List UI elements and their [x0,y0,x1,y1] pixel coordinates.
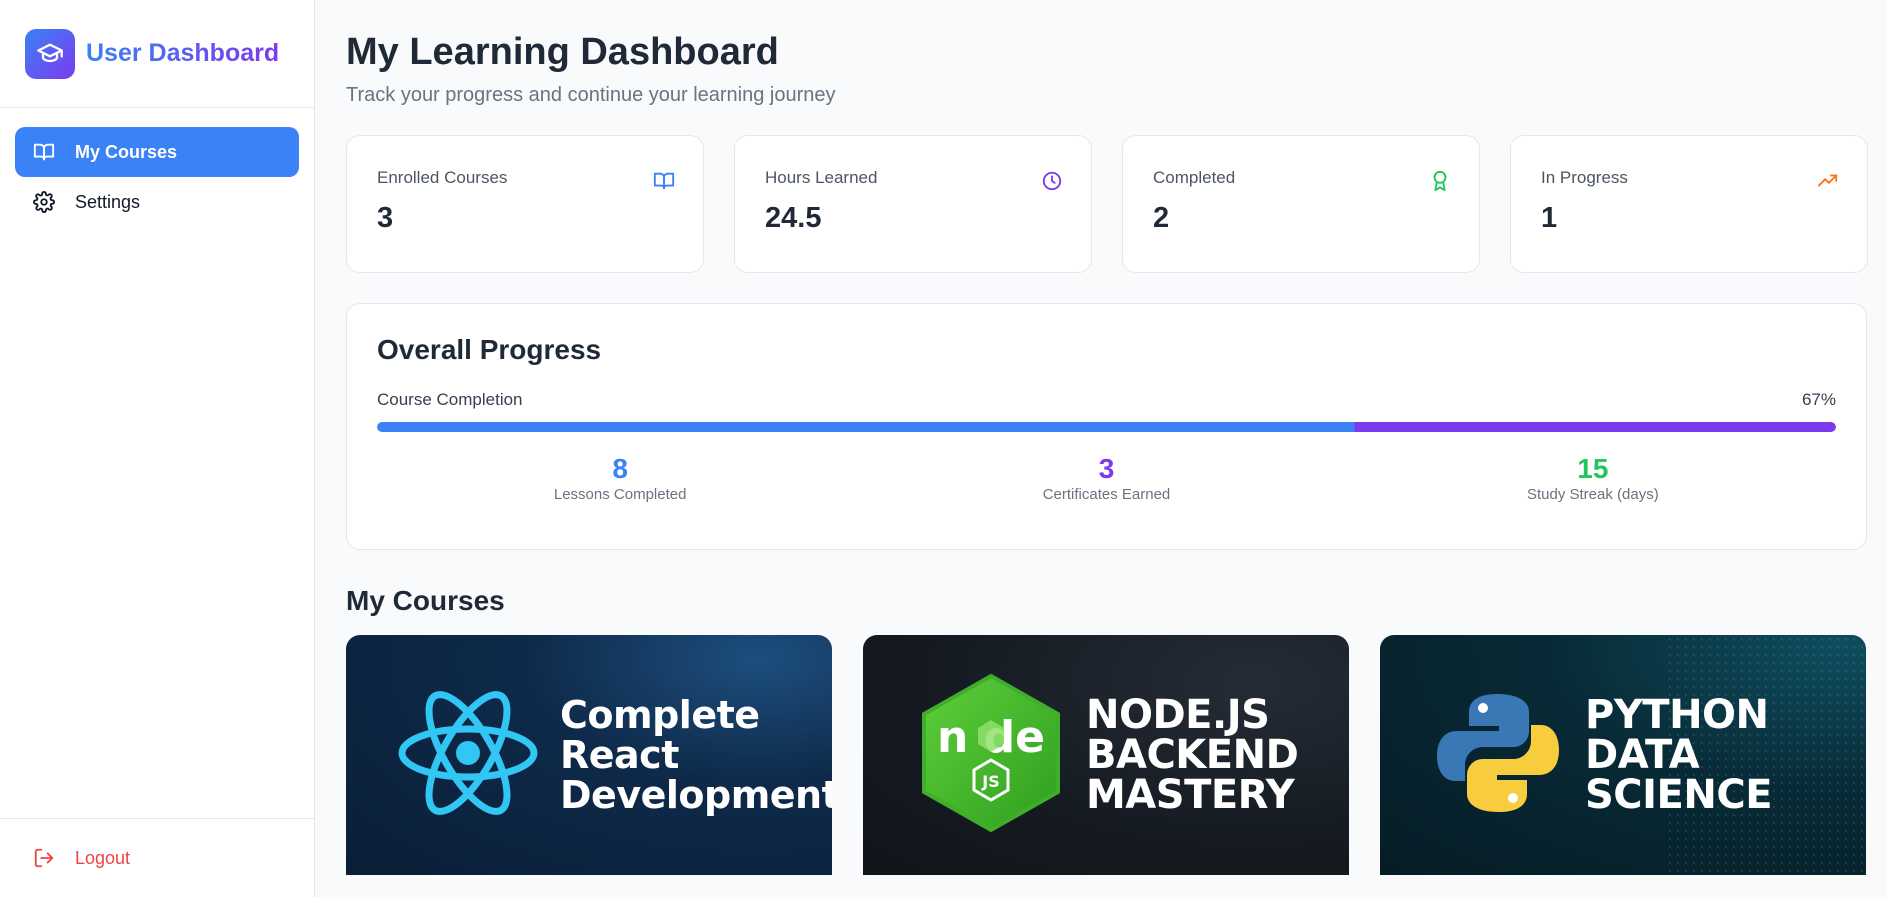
course-card-react[interactable]: Complete React Development [346,635,832,875]
stat-label: Hours Learned [765,168,878,187]
logout-button[interactable]: Logout [15,833,299,883]
metric-label: Lessons Completed [553,486,687,503]
course-card-python[interactable]: PYTHON DATA SCIENCE [1380,635,1866,875]
graduation-cap-icon [25,28,75,79]
stat-label: Enrolled Courses [377,168,508,187]
svg-text:JS: JS [981,772,999,791]
course-title-line: PYTHON [1585,692,1769,738]
course-title-line: SCIENCE [1585,772,1773,818]
book-open-icon [33,141,55,163]
brand-title: User Dashboard [86,39,280,67]
course-card-nodejs[interactable]: n de JS NODE.JS BACKEND MASTERY [863,635,1349,875]
sidebar-footer: Logout [0,818,314,897]
progress-title: Overall Progress [377,334,602,365]
course-title: Complete React Development [560,695,832,815]
progress-fill [377,422,1836,432]
stat-value: 24.5 [765,202,822,234]
progress-track [377,422,1836,432]
sidebar-item-settings[interactable]: Settings [15,177,299,227]
metric-streak: 15 Study Streak (days) [1350,453,1836,504]
metric-label: Certificates Earned [1042,486,1171,503]
overall-progress-card: Overall Progress Course Completion 67% 8… [346,303,1867,550]
metric-certificates: 3 Certificates Earned [863,453,1349,504]
stat-card-hours: Hours Learned 24.5 [734,135,1092,273]
course-title-line: Complete [560,693,760,737]
metric-label: Study Streak (days) [1526,486,1659,503]
logout-icon [33,847,55,869]
page-subtitle: Track your progress and continue your le… [346,84,836,106]
stat-value: 2 [1153,202,1170,234]
brand: User Dashboard [0,0,314,108]
sidebar-item-my-courses[interactable]: My Courses [15,127,299,177]
progress-percent: 67% [1801,390,1836,409]
stat-label: Completed [1153,168,1236,187]
stat-card-enrolled: Enrolled Courses 3 [346,135,704,273]
trending-up-icon [1817,170,1839,192]
book-open-icon [653,170,675,192]
stat-card-in-progress: In Progress 1 [1510,135,1868,273]
course-title-line: BACKEND [1086,732,1299,778]
course-title-line: Development [560,773,832,817]
course-title-line: DATA [1585,732,1700,778]
metric-value: 15 [1577,453,1609,484]
clock-icon [1041,170,1063,192]
section-title-my-courses: My Courses [346,585,505,616]
stat-label: In Progress [1541,168,1628,187]
course-title-line: NODE.JS [1086,692,1270,738]
progress-row: Course Completion 67% [377,390,1836,410]
stat-value: 3 [377,202,394,234]
stat-value: 1 [1541,202,1558,234]
course-title: NODE.JS BACKEND MASTERY [1086,692,1299,818]
metric-lessons: 8 Lessons Completed [377,453,863,504]
sidebar: User Dashboard My Courses Settings Logou… [0,0,315,897]
stat-card-completed: Completed 2 [1122,135,1480,273]
courses-grid: Complete React Development n de JS NODE.… [346,635,1867,875]
course-title: PYTHON DATA SCIENCE [1585,692,1773,818]
stats-row: Enrolled Courses 3 Hours Learned 24.5 Co… [346,135,1868,273]
react-logo-icon [396,688,540,823]
award-icon [1429,170,1451,192]
main-content: My Learning Dashboard Track your progres… [346,0,1868,875]
metric-value: 3 [1098,453,1115,484]
progress-metrics: 8 Lessons Completed 3 Certificates Earne… [377,453,1836,504]
nodejs-logo-icon: n de JS [918,672,1064,839]
logout-label: Logout [75,847,131,868]
course-title-line: MASTERY [1086,772,1295,818]
course-title-line: React [560,733,679,777]
page-title: My Learning Dashboard [346,31,779,73]
sidebar-item-label: Settings [75,191,141,212]
gear-icon [33,191,55,213]
sidebar-item-label: My Courses [75,141,178,162]
python-logo-icon [1435,690,1561,821]
metric-value: 8 [612,453,628,484]
sidebar-nav: My Courses Settings [0,108,314,227]
progress-label: Course Completion [377,390,523,409]
